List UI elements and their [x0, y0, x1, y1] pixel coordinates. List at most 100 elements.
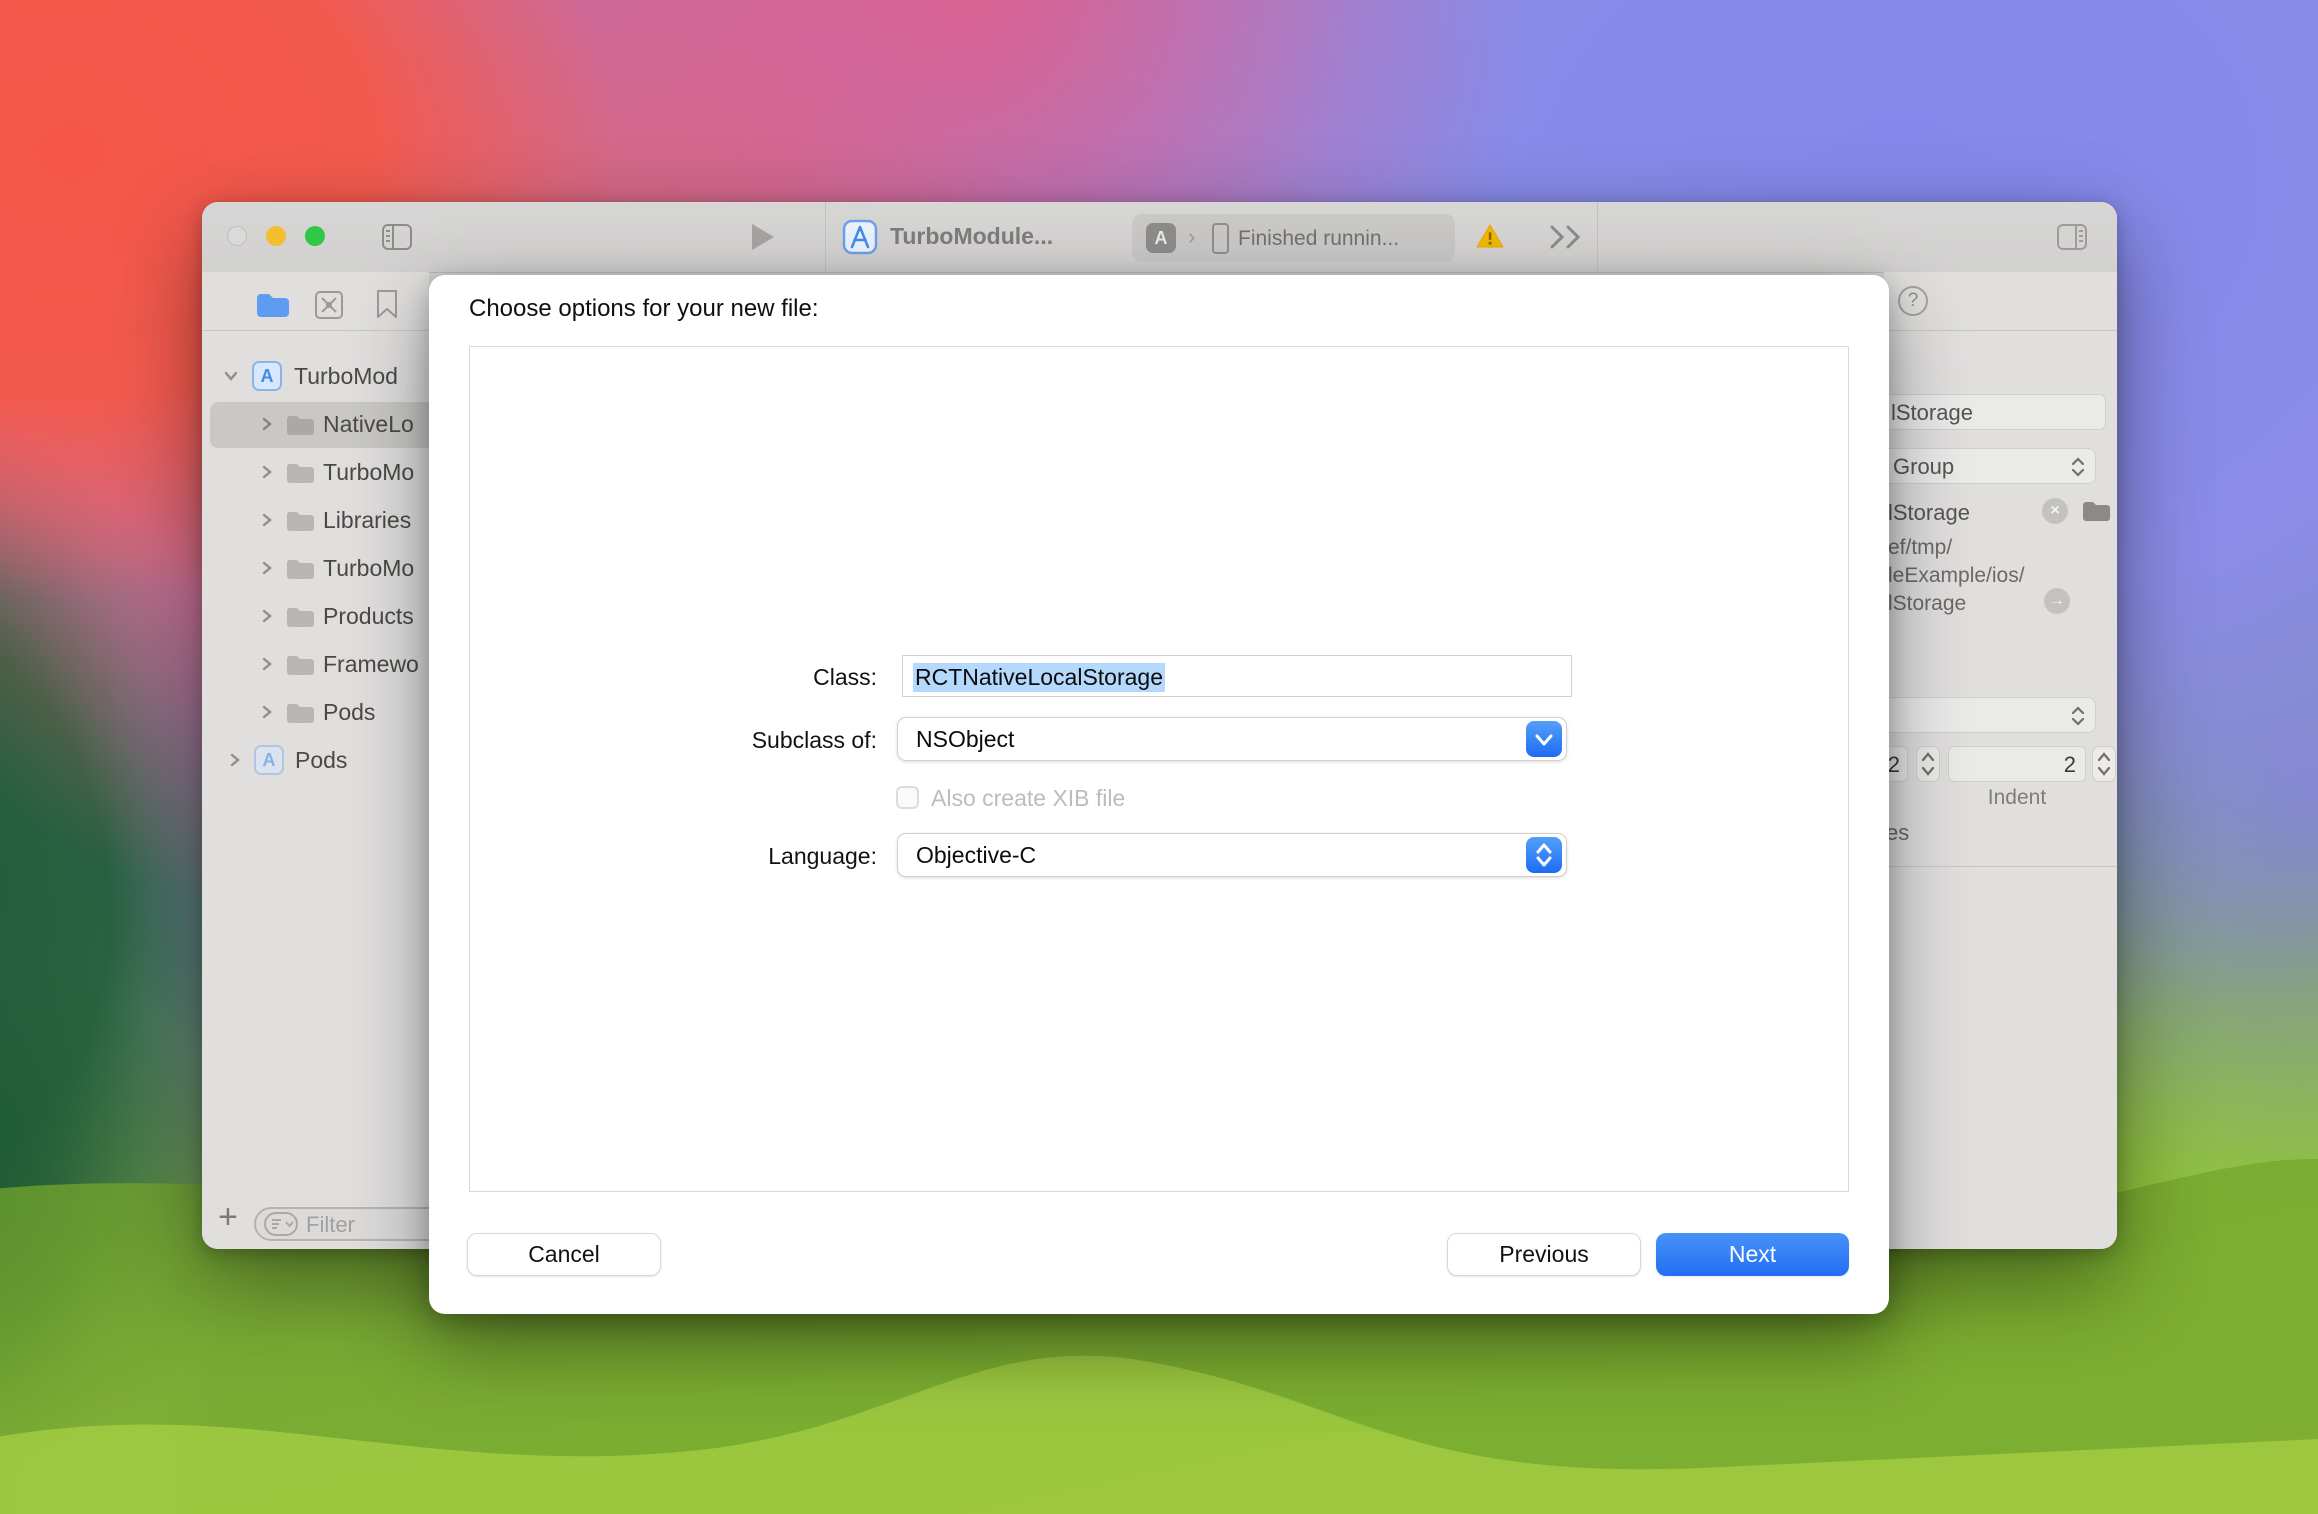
sidebar-item-label: Pods: [295, 747, 347, 774]
sidebar-item-label: Pods: [323, 699, 375, 726]
sidebar-item-turbomod-project[interactable]: A TurboMod: [202, 354, 429, 400]
minimize-button[interactable]: [266, 226, 286, 246]
sidebar-item-label: Framewo: [323, 651, 419, 678]
divider: [1884, 330, 2117, 331]
run-button[interactable]: [750, 222, 776, 252]
chevron-right-icon[interactable]: [260, 561, 274, 575]
iphone-icon: [1212, 223, 1229, 254]
zoom-button[interactable]: [305, 226, 325, 246]
folder-icon: [286, 654, 316, 677]
indent-label: Indent: [1948, 786, 2086, 810]
left-sidebar-toggle-icon[interactable]: [382, 224, 412, 250]
chevron-right-icon[interactable]: [260, 513, 274, 527]
file-name-field[interactable]: lStorage: [1884, 394, 2106, 430]
sidebar-item-frameworks[interactable]: Framewo: [202, 642, 429, 688]
sidebar-item-pods-group[interactable]: Pods: [202, 690, 429, 736]
folder-icon: [286, 558, 316, 581]
titlebar: TurboModule... A › Finished runnin...: [202, 202, 2117, 273]
activity-status[interactable]: A › Finished runnin...: [1132, 214, 1455, 262]
scheme-project-icon[interactable]: [842, 219, 878, 255]
chevron-forward-icon[interactable]: [1548, 225, 1588, 249]
dialog-title: Choose options for your new file:: [469, 295, 819, 323]
tab-project-navigator[interactable]: [256, 292, 290, 318]
clear-icon[interactable]: ×: [2042, 498, 2068, 524]
filter-field[interactable]: [254, 1207, 429, 1241]
path-line: lStorage: [1888, 592, 1966, 616]
right-sidebar-toggle-icon[interactable]: [2057, 224, 2087, 250]
text-settings-popup[interactable]: [1884, 697, 2096, 733]
divider: [202, 330, 429, 331]
folder-icon: [286, 414, 316, 437]
folder-icon: [286, 462, 316, 485]
indent-stepper[interactable]: [2092, 746, 2116, 782]
inspector-panel: ? lStorage Group lStorage × ef/tmp/ leEx…: [1884, 272, 2117, 1249]
chevron-right-icon: ›: [1188, 224, 1195, 250]
sidebar-item-pods-project[interactable]: A Pods: [202, 738, 429, 784]
indent-field[interactable]: 2: [1948, 746, 2086, 782]
scheme-selector[interactable]: TurboModule...: [890, 223, 1053, 250]
width-value: 2: [1888, 752, 1900, 778]
class-value-selected: RCTNativeLocalStorage: [913, 663, 1165, 692]
help-icon[interactable]: ?: [1898, 286, 1928, 316]
chevron-right-icon[interactable]: [260, 705, 274, 719]
status-text: Finished runnin...: [1238, 227, 1399, 251]
xib-checkbox: [896, 786, 919, 809]
folder-icon[interactable]: [2082, 500, 2112, 523]
sidebar-item-nativelocalstorage[interactable]: NativeLo: [202, 402, 429, 448]
filter-icon: [264, 1212, 298, 1236]
toolbar-divider: [1597, 202, 1598, 272]
class-label: Class:: [629, 664, 877, 691]
options-panel: [469, 346, 1849, 1192]
sidebar-item-label: Libraries: [323, 507, 411, 534]
next-button[interactable]: Next: [1656, 1233, 1849, 1276]
path-line: ef/tmp/: [1888, 536, 1952, 560]
sidebar-item-label: TurboMo: [323, 459, 414, 486]
sidebar-item-libraries[interactable]: Libraries: [202, 498, 429, 544]
subclass-label: Subclass of:: [629, 727, 877, 754]
subclass-combobox[interactable]: NSObject: [897, 717, 1567, 761]
width-stepper[interactable]: [1916, 746, 1940, 782]
add-button[interactable]: +: [218, 1198, 238, 1237]
chevron-right-icon[interactable]: [260, 657, 274, 671]
location-value: Group: [1893, 454, 1954, 480]
project-icon: A: [252, 361, 282, 391]
tab-issue-navigator[interactable]: [314, 290, 344, 320]
popup-chevrons-icon: [2070, 705, 2086, 727]
chevron-right-icon[interactable]: [260, 609, 274, 623]
arrow-icon[interactable]: →: [2044, 588, 2070, 614]
divider: [1884, 866, 2117, 867]
folder-icon: [286, 606, 316, 629]
sidebar-item-products[interactable]: Products: [202, 594, 429, 640]
xib-checkbox-label: Also create XIB file: [931, 785, 1125, 812]
previous-button[interactable]: Previous: [1447, 1233, 1641, 1276]
project-icon: A: [254, 745, 284, 775]
language-popup[interactable]: Objective-C: [897, 833, 1567, 877]
toolbar-divider: [825, 202, 826, 272]
sidebar-item-label: NativeLo: [323, 411, 414, 438]
close-button[interactable]: [227, 226, 247, 246]
cancel-button[interactable]: Cancel: [467, 1233, 661, 1276]
chevron-down-icon[interactable]: [224, 369, 238, 383]
navigator-sidebar: A TurboMod NativeLo TurboMo Libraries: [202, 272, 429, 1249]
chevron-right-icon[interactable]: [260, 417, 274, 431]
folder-icon: [286, 702, 316, 725]
warning-icon[interactable]: [1476, 223, 1504, 249]
sidebar-item-turbomodule[interactable]: TurboMo: [202, 450, 429, 496]
combo-chevron-button[interactable]: [1526, 721, 1562, 757]
language-label: Language:: [629, 843, 877, 870]
location-popup[interactable]: Group: [1884, 448, 2096, 484]
filter-input[interactable]: [304, 1211, 429, 1239]
chevron-right-icon[interactable]: [228, 753, 242, 767]
filter-bar: +: [202, 1202, 429, 1249]
indent-value: 2: [2064, 752, 2076, 778]
app-icon: A: [1146, 223, 1176, 253]
sidebar-item-label: Products: [323, 603, 414, 630]
language-value: Objective-C: [916, 842, 1036, 869]
class-input[interactable]: RCTNativeLocalStorage: [902, 655, 1572, 697]
popup-chevrons-button[interactable]: [1526, 837, 1562, 873]
file-reference-fragment: lStorage: [1888, 500, 1970, 526]
sidebar-item-turbomodule-2[interactable]: TurboMo: [202, 546, 429, 592]
chevron-right-icon[interactable]: [260, 465, 274, 479]
tab-bookmark-navigator[interactable]: [376, 289, 398, 319]
sidebar-item-label: TurboMod: [294, 363, 398, 390]
